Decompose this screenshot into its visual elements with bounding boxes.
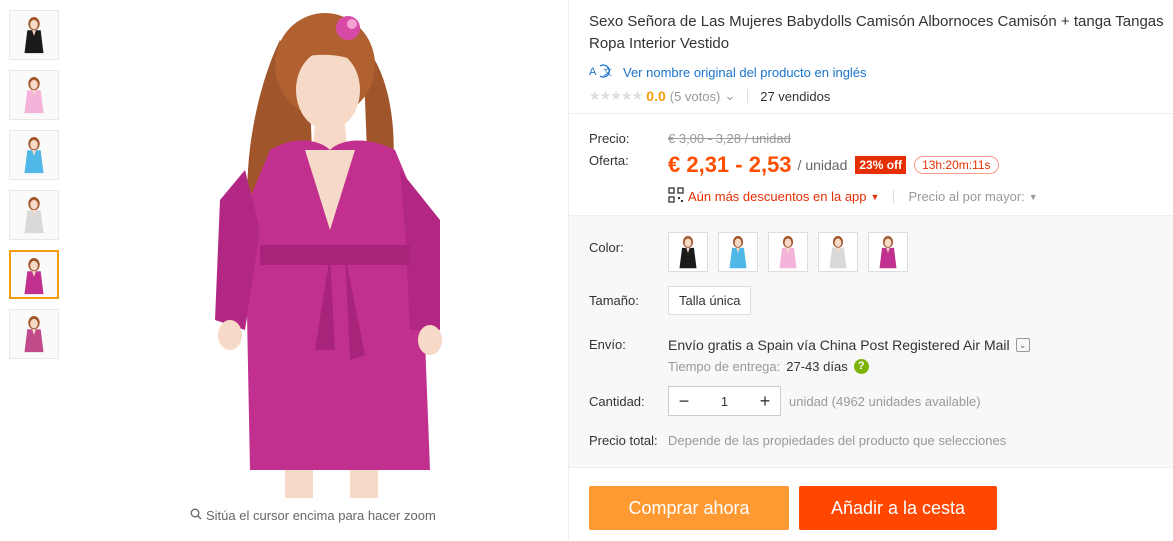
- rating-row: ★★★★★ 0.0 (5 votos) ⌄ 27 vendidos: [589, 88, 830, 104]
- color-swatch[interactable]: [868, 232, 908, 272]
- thumbnail-photo: [20, 77, 49, 118]
- help-icon[interactable]: ?: [853, 359, 869, 374]
- thumbnail-image[interactable]: [9, 130, 59, 180]
- zoom-hint-text: Sitúa el cursor encima para hacer zoom: [206, 508, 436, 523]
- swatch-photo: [825, 236, 851, 271]
- add-to-cart-button[interactable]: Añadir a la cesta: [799, 486, 997, 530]
- swatch-photo: [725, 236, 751, 271]
- votes-count[interactable]: (5 votos): [670, 89, 721, 104]
- buy-now-button[interactable]: Comprar ahora: [589, 486, 789, 530]
- thumbnail-image[interactable]: [9, 190, 59, 240]
- size-option-button[interactable]: Talla única: [668, 286, 752, 315]
- color-swatch[interactable]: [818, 232, 858, 272]
- svg-text:A: A: [589, 66, 597, 78]
- shipping-text[interactable]: Envío gratis a Spain vía China Post Regi…: [668, 337, 1010, 353]
- chevron-down-icon[interactable]: ⌄: [724, 88, 735, 104]
- color-label: Color:: [589, 240, 624, 255]
- app-discount-text[interactable]: Aún más descuentos en la app: [688, 189, 867, 204]
- delivery-value: 27-43 días: [786, 359, 848, 374]
- zoom-hint: Sitúa el cursor encima para hacer zoom: [190, 508, 436, 523]
- delivery-label: Tiempo de entrega:: [668, 359, 781, 374]
- rating-stars-icon: ★★★★★: [589, 88, 643, 103]
- shipping-method[interactable]: Envío gratis a Spain vía China Post Regi…: [668, 337, 1030, 353]
- available-units: unidad (4962 unidades available): [789, 394, 981, 409]
- delivery-time: Tiempo de entrega: 27-43 días ?: [668, 359, 869, 374]
- thumbnail-photo: [20, 137, 49, 178]
- product-photo: [215, 13, 442, 498]
- translate-icon: A文: [589, 63, 615, 82]
- discount-badge: 23% off: [855, 156, 907, 174]
- divider: [569, 113, 1173, 114]
- divider: [747, 89, 749, 103]
- total-price-note: Depende de las propiedades del producto …: [668, 433, 1007, 448]
- offer-row: € 2,31 - 2,53 / unidad 23% off 13h:20m:1…: [668, 152, 999, 178]
- sold-count: 27 vendidos: [760, 88, 831, 104]
- quantity-label: Cantidad:: [589, 394, 645, 409]
- chevron-down-icon[interactable]: ⌄: [1015, 338, 1030, 352]
- wholesale-link[interactable]: Precio al por mayor: ▼: [908, 189, 1037, 204]
- thumbnail-photo: [20, 316, 49, 357]
- caret-down-icon: ▼: [870, 191, 880, 202]
- price-unit: / unidad: [797, 157, 848, 173]
- color-swatch-list: [668, 232, 908, 272]
- thumbnail-photo: [20, 17, 49, 58]
- quantity-stepper: − +: [668, 386, 781, 416]
- divider: [893, 189, 895, 204]
- main-product-image[interactable]: [120, 0, 560, 498]
- offer-label: Oferta:: [589, 153, 629, 168]
- translate-link[interactable]: A文 Ver nombre original del producto en i…: [589, 63, 867, 82]
- total-price-label: Precio total:: [589, 433, 658, 448]
- color-swatch[interactable]: [668, 232, 708, 272]
- swatch-photo: [775, 236, 801, 271]
- swatch-photo: [675, 236, 701, 271]
- thumbnail-image[interactable]: [9, 70, 59, 120]
- app-discount-row: Aún más descuentos en la app ▼ Precio al…: [668, 187, 1038, 206]
- thumbnail-image[interactable]: [9, 250, 59, 299]
- quantity-input[interactable]: [699, 393, 750, 409]
- thumbnail-list: [9, 10, 59, 369]
- app-discount-link[interactable]: Aún más descuentos en la app ▼: [668, 187, 879, 206]
- caret-down-icon: ▼: [1028, 191, 1038, 202]
- minus-button[interactable]: −: [669, 387, 699, 415]
- thumbnail-image[interactable]: [9, 309, 59, 359]
- offer-price: € 2,31 - 2,53: [668, 152, 792, 177]
- plus-button[interactable]: +: [750, 387, 780, 415]
- old-price: € 3,00 - 3,28 / unidad: [668, 131, 791, 146]
- rating-value: 0.0: [646, 88, 666, 104]
- color-swatch[interactable]: [718, 232, 758, 272]
- translate-link-text[interactable]: Ver nombre original del producto en ingl…: [623, 65, 867, 80]
- countdown-timer: 13h:20m:11s: [914, 156, 999, 174]
- svg-text:文: 文: [603, 66, 612, 77]
- product-title: Sexo Señora de Las Mujeres Babydolls Cam…: [589, 13, 1164, 52]
- color-swatch[interactable]: [768, 232, 808, 272]
- search-icon: [190, 508, 202, 523]
- thumbnail-photo: [20, 197, 49, 238]
- price-label: Precio:: [589, 131, 630, 146]
- thumbnail-photo: [20, 258, 49, 297]
- shipping-label: Envío:: [589, 337, 626, 352]
- thumbnail-image[interactable]: [9, 10, 59, 60]
- size-label: Tamaño:: [589, 293, 639, 308]
- swatch-photo: [875, 236, 901, 271]
- qr-code-icon: [668, 187, 684, 206]
- wholesale-text[interactable]: Precio al por mayor:: [908, 189, 1024, 204]
